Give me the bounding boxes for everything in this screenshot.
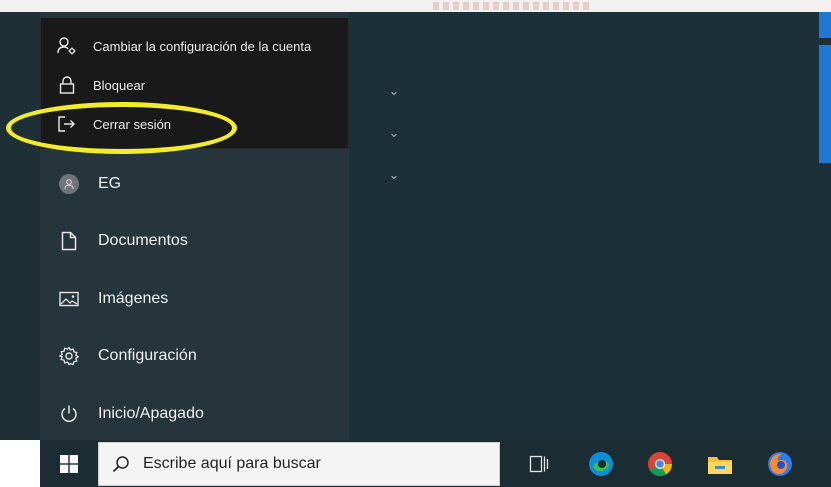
tile-edge[interactable]: [819, 12, 831, 38]
account-settings-icon: [41, 28, 93, 64]
highlight-annotation: [6, 102, 237, 154]
windows-start-icon[interactable]: [40, 440, 98, 487]
taskbar-search[interactable]: [98, 442, 500, 486]
power-item[interactable]: Inicio/Apagado: [40, 386, 349, 442]
task-view-icon[interactable]: [522, 447, 556, 481]
pictures-item[interactable]: Imágenes: [40, 271, 349, 327]
menu-item-label: Inicio/Apagado: [98, 405, 204, 422]
user-initials: EG: [98, 175, 122, 192]
power-icon: [40, 386, 98, 442]
user-account-item[interactable]: EG: [40, 156, 349, 212]
lock-item[interactable]: Bloquear: [41, 67, 350, 103]
edge-icon[interactable]: [584, 447, 618, 481]
search-input[interactable]: [143, 444, 483, 484]
tiles-area: [349, 12, 831, 440]
tile-edge[interactable]: [819, 45, 831, 163]
firefox-icon[interactable]: [763, 447, 797, 481]
settings-item[interactable]: Configuración: [40, 328, 349, 384]
chevron-down-icon[interactable]: ⌄: [386, 167, 402, 182]
background-decoration: [433, 2, 593, 10]
search-icon: [99, 442, 143, 486]
pictures-icon: [40, 271, 98, 327]
flyout-item-label: Cambiar la configuración de la cuenta: [93, 38, 312, 54]
gear-icon: [40, 328, 98, 384]
change-account-settings-item[interactable]: Cambiar la configuración de la cuenta: [41, 28, 350, 64]
top-strip: [0, 0, 831, 12]
chrome-icon[interactable]: [643, 447, 677, 481]
menu-item-label: Configuración: [98, 347, 197, 364]
lock-icon: [41, 67, 93, 103]
avatar-icon: [59, 174, 79, 194]
chevron-down-icon[interactable]: ⌄: [386, 83, 402, 98]
documents-item[interactable]: Documentos: [40, 213, 349, 269]
file-explorer-icon[interactable]: [703, 447, 737, 481]
document-icon: [40, 213, 98, 269]
menu-item-label: Documentos: [98, 232, 188, 249]
chevron-down-icon[interactable]: ⌄: [386, 125, 402, 140]
menu-item-label: Imágenes: [98, 290, 169, 307]
flyout-item-label: Bloquear: [93, 77, 146, 93]
